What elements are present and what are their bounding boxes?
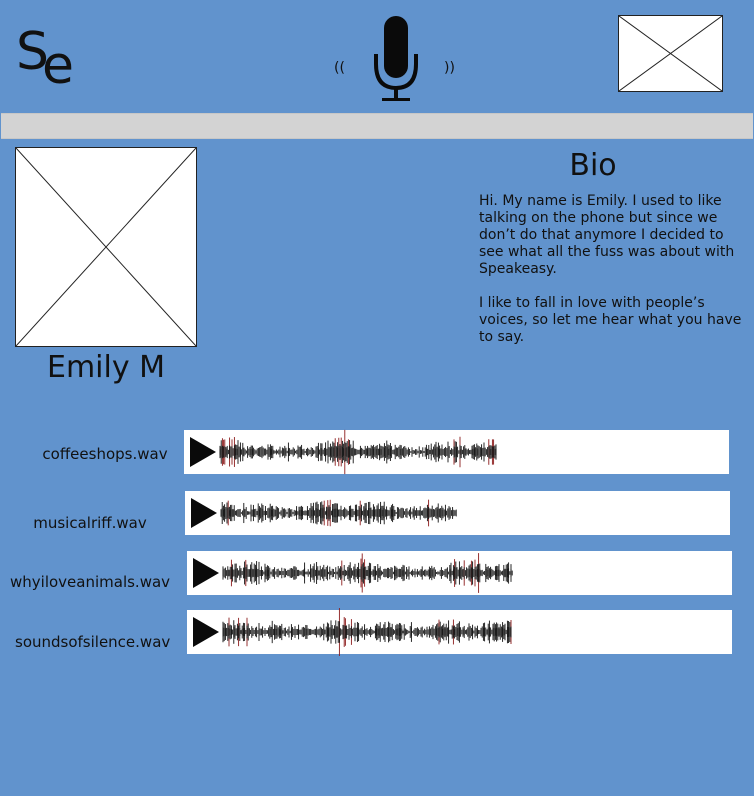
navigation-bar [1,113,753,139]
audio-filename: coffeeshops.wav [42,445,168,463]
header-image-placeholder[interactable] [618,15,723,92]
play-icon[interactable] [190,437,216,467]
audio-filename: musicalriff.wav [33,514,147,532]
profile-photo-placeholder [15,147,197,347]
profile-name: Emily M [46,350,166,385]
bio-paragraph: I like to fall in love with people’s voi… [479,295,742,345]
sound-wave-right-icon: )) [444,60,455,76]
audio-player[interactable] [187,551,732,595]
bio-heading: Bio [569,148,617,183]
app-logo[interactable]: S e [16,26,86,92]
waveform-icon[interactable] [221,541,515,605]
play-icon[interactable] [191,498,217,528]
sound-wave-left-icon: (( [334,60,345,76]
waveform-icon[interactable] [219,481,459,545]
play-icon[interactable] [193,617,219,647]
audio-filename: soundsofsilence.wav [15,633,171,651]
waveform-icon[interactable] [221,600,513,664]
audio-player[interactable] [185,491,730,535]
waveform-icon[interactable] [218,420,498,484]
bio-text: Hi. My name is Emily. I used to like tal… [479,193,747,363]
logo-letter-e: e [42,36,74,96]
audio-player[interactable] [187,608,732,656]
audio-player[interactable] [184,429,729,475]
microphone-icon[interactable]: (( )) [328,14,464,104]
bio-paragraph: Hi. My name is Emily. I used to like tal… [479,193,735,277]
play-icon[interactable] [193,558,219,588]
logo-letter-s: S [16,22,49,82]
audio-filename: whyiloveanimals.wav [10,573,171,591]
